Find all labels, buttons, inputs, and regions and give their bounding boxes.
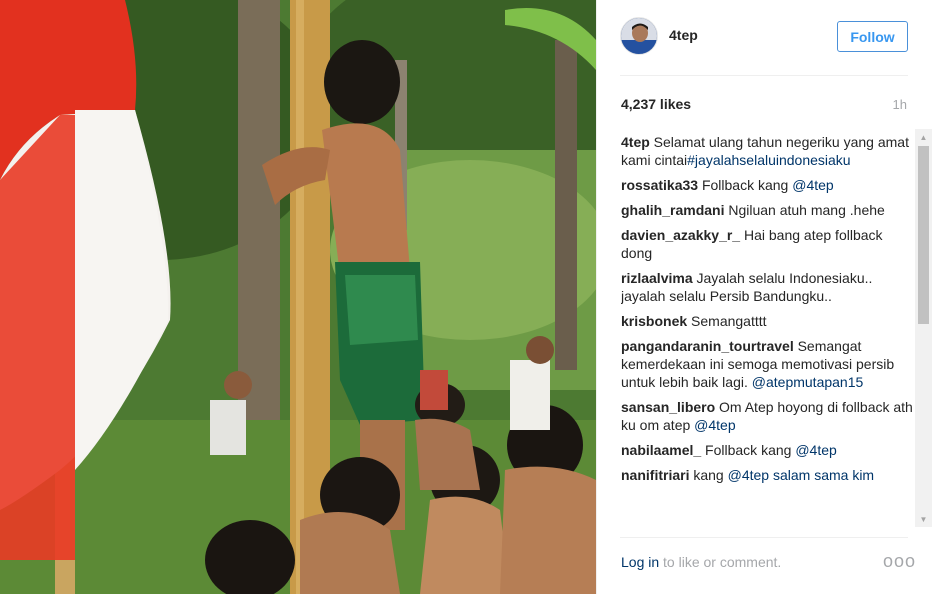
- comment-text: Ngiluan atuh mang .hehe: [724, 202, 885, 218]
- comment-text: Follback kang: [698, 177, 793, 193]
- comment-user[interactable]: pangandaranin_tourtravel: [621, 338, 794, 354]
- login-prompt: Log in to like or comment.: [621, 554, 781, 570]
- comment-user[interactable]: rossatika33: [621, 177, 698, 193]
- avatar[interactable]: [620, 17, 658, 55]
- more-options-icon[interactable]: ooo: [883, 552, 915, 570]
- post-timestamp[interactable]: 1h: [893, 97, 907, 112]
- comment-user[interactable]: nanifitriari: [621, 467, 689, 483]
- comment-hashtag[interactable]: #jayalahselaluindonesiaku: [687, 152, 850, 168]
- comment-item: ghalih_ramdani Ngiluan atuh mang .hehe: [621, 201, 913, 219]
- post-header: 4tep Follow: [597, 0, 932, 76]
- login-link[interactable]: Log in: [621, 554, 659, 570]
- comment-item: davien_azakky_r_ Hai bang atep follback …: [621, 226, 913, 262]
- comment-mention[interactable]: @4tep: [694, 417, 735, 433]
- post-sidebar: 4tep Follow 4,237 likes 1h 4tep Selamat …: [596, 0, 932, 594]
- comment-user[interactable]: davien_azakky_r_: [621, 227, 740, 243]
- footer-divider: [620, 537, 908, 538]
- comment-user[interactable]: ghalih_ramdani: [621, 202, 724, 218]
- comment-mention[interactable]: @4tep: [795, 442, 836, 458]
- avatar-image: [621, 18, 657, 54]
- scroll-down-arrow-icon[interactable]: ▼: [915, 511, 932, 527]
- comment-user[interactable]: sansan_libero: [621, 399, 715, 415]
- comment-item: 4tep Selamat ulang tahun negeriku yang a…: [621, 133, 913, 169]
- comment-item: nabilaamel_ Follback kang @4tep: [621, 441, 913, 459]
- comment-item: rizlaalvima Jayalah selalu Indonesiaku..…: [621, 269, 913, 305]
- comment-mention[interactable]: @4tep: [792, 177, 833, 193]
- comment-item: krisbonek Semangatttt: [621, 312, 913, 330]
- photo-illustration: [0, 0, 596, 594]
- comment-text: kang: [689, 467, 728, 483]
- comment-text: Follback kang: [701, 442, 796, 458]
- comment-item: sansan_libero Om Atep hoyong di follback…: [621, 398, 913, 434]
- comment-item: rossatika33 Follback kang @4tep: [621, 176, 913, 194]
- comments-scrollbar[interactable]: ▲ ▼: [915, 129, 932, 527]
- comment-user[interactable]: 4tep: [621, 134, 650, 150]
- comment-user[interactable]: rizlaalvima: [621, 270, 693, 286]
- username-link[interactable]: 4tep: [669, 27, 698, 43]
- comment-item: pangandaranin_tourtravel Semangat kemerd…: [621, 337, 913, 391]
- comment-user[interactable]: krisbonek: [621, 313, 687, 329]
- scroll-up-arrow-icon[interactable]: ▲: [915, 129, 932, 145]
- login-prompt-text: to like or comment.: [659, 554, 782, 570]
- comment-mention[interactable]: @atepmutapan15: [752, 374, 864, 390]
- comment-text: Semangatttt: [687, 313, 767, 329]
- header-divider: [620, 75, 908, 76]
- likes-count[interactable]: 4,237 likes: [621, 96, 691, 112]
- comment-mention[interactable]: @4tep salam sama kim: [728, 467, 874, 483]
- comment-user[interactable]: nabilaamel_: [621, 442, 701, 458]
- comment-item: nanifitriari kang @4tep salam sama kim: [621, 466, 913, 484]
- comments-list: 4tep Selamat ulang tahun negeriku yang a…: [621, 133, 913, 526]
- post-photo: [0, 0, 596, 594]
- scroll-thumb[interactable]: [918, 146, 929, 324]
- follow-button[interactable]: Follow: [837, 21, 908, 52]
